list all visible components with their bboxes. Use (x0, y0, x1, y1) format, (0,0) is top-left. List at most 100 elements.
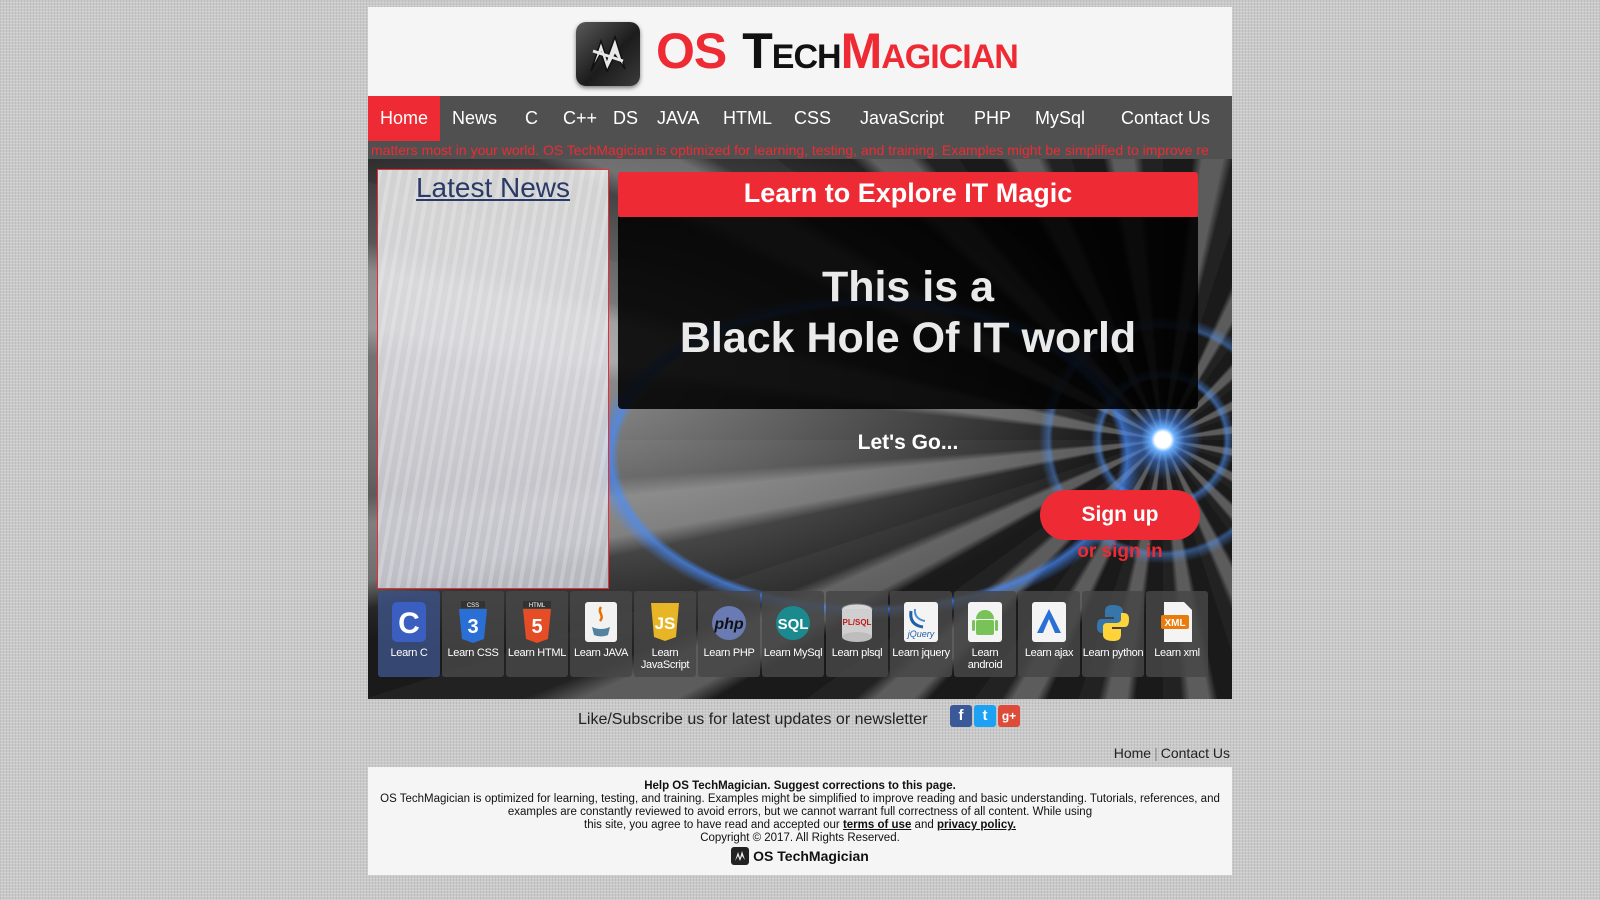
tile-learn-python[interactable]: Learn python (1082, 591, 1144, 677)
site-footer: Help OS TechMagician. Suggest correction… (368, 767, 1232, 875)
svg-text:3: 3 (467, 616, 478, 638)
tile-learn-xml[interactable]: XML Learn xml (1146, 591, 1208, 677)
java-icon (582, 601, 620, 643)
nav-css[interactable]: CSS (794, 96, 831, 141)
nav-mysql[interactable]: MySql (1035, 96, 1085, 141)
footer-contact-link[interactable]: Contact Us (1161, 745, 1230, 761)
tile-label: Learn JavaScript (640, 647, 690, 671)
plsql-icon: PL/SQL (838, 601, 876, 643)
privacy-policy-link[interactable]: privacy policy. (937, 819, 1016, 831)
site-header: OS TECHMAGICIAN (368, 7, 1232, 96)
svg-text:HTML: HTML (529, 603, 546, 609)
tile-label: Learn C (390, 647, 428, 659)
tile-label: Learn android (967, 647, 1003, 671)
python-icon (1094, 601, 1132, 643)
footer-logo: OS TechMagician (368, 847, 1232, 865)
html5-icon: HTML 5 (518, 601, 556, 643)
social-links: f t g+ (950, 705, 1020, 727)
lets-go-link[interactable]: Let's Go... (618, 431, 1198, 455)
course-tiles: C Learn C CSS 3 Learn CSS HTML 5 Learn HTM… (378, 591, 1228, 677)
footer-line2: examples are constantly reviewed to avoi… (507, 806, 1093, 818)
hero-banner: Learn to Explore IT Magic (618, 172, 1198, 217)
footer-heading: Help OS TechMagician. Suggest correction… (644, 780, 956, 792)
android-icon (966, 601, 1004, 643)
tile-label: Learn plsql (831, 647, 883, 659)
tile-learn-jquery[interactable]: jQuery Learn jquery (890, 591, 952, 677)
tile-learn-ajax[interactable]: Learn ajax (1018, 591, 1080, 677)
nav-php[interactable]: PHP (974, 96, 1011, 141)
footer-line3: this site, you agree to have read and ac… (368, 819, 1232, 832)
tile-learn-css[interactable]: CSS 3 Learn CSS (442, 591, 504, 677)
latest-news-panel: Latest News (377, 169, 609, 589)
hero-headline-box: This is a Black Hole Of IT world (618, 217, 1198, 409)
footer-logo-icon (731, 847, 750, 865)
tile-label: Learn MySql (763, 647, 823, 659)
googleplus-icon[interactable]: g+ (998, 705, 1020, 727)
tile-learn-html[interactable]: HTML 5 Learn HTML (506, 591, 568, 677)
hero-headline-line1: This is a (821, 263, 995, 311)
facebook-icon[interactable]: f (950, 705, 972, 727)
javascript-icon: JS (646, 601, 684, 643)
tile-label: Learn JAVA (573, 647, 629, 659)
nav-news[interactable]: News (452, 96, 497, 141)
css3-icon: CSS 3 (454, 601, 492, 643)
latest-news-title[interactable]: Latest News (378, 172, 608, 204)
svg-text:XML: XML (1164, 618, 1185, 629)
signin-link[interactable]: or sign in (1040, 541, 1200, 563)
nav-ds[interactable]: DS (613, 96, 638, 141)
tile-label: Learn jquery (892, 647, 950, 659)
footer-line1: OS TechMagician is optimized for learnin… (380, 793, 1220, 805)
svg-text:5: 5 (531, 616, 542, 638)
svg-text:CSS: CSS (467, 603, 479, 609)
logo-emblem-icon (576, 22, 640, 86)
svg-text:C: C (398, 607, 420, 640)
link-separator: | (1154, 745, 1158, 761)
tile-label: Learn PHP (703, 647, 755, 659)
footer-brand: OS TechMagician (753, 847, 869, 864)
nav-cpp[interactable]: C++ (563, 96, 597, 141)
signup-button[interactable]: Sign up (1040, 490, 1200, 540)
footer-and: and (914, 819, 934, 831)
tile-learn-android[interactable]: Learn android (954, 591, 1016, 677)
svg-text:jQuery: jQuery (907, 629, 935, 639)
svg-text:PL/SQL: PL/SQL (843, 618, 872, 627)
tile-label: Learn xml (1154, 647, 1200, 659)
hero-section: Latest News Learn to Explore IT Magic Th… (368, 159, 1232, 699)
subscribe-row: Like/Subscribe us for latest updates or … (368, 699, 1232, 745)
logo-tech-first: T (742, 23, 773, 79)
tile-label: Learn python (1082, 647, 1144, 659)
nav-html[interactable]: HTML (723, 96, 772, 141)
svg-text:SQL: SQL (778, 616, 809, 633)
nav-home[interactable]: Home (368, 96, 441, 141)
tile-learn-php[interactable]: php Learn PHP (698, 591, 760, 677)
footer-line3-text: this site, you agree to have read and ac… (584, 819, 840, 831)
nav-contact-us[interactable]: Contact Us (1121, 96, 1210, 141)
nav-javascript[interactable]: JavaScript (860, 96, 944, 141)
php-icon: php (710, 601, 748, 643)
terms-of-use-link[interactable]: terms of use (843, 819, 911, 831)
logo-os: OS (656, 23, 727, 79)
subscribe-text: Like/Subscribe us for latest updates or … (578, 711, 928, 728)
nav-c[interactable]: C (525, 96, 538, 141)
svg-text:php: php (713, 616, 744, 633)
tile-learn-mysql[interactable]: SQL Learn MySql (762, 591, 824, 677)
page-container: OS TECHMAGICIAN Home News C C++ DS JAVA H… (368, 7, 1232, 875)
site-logo[interactable]: OS TECHMAGICIAN (576, 19, 1019, 89)
tile-learn-javascript[interactable]: JS Learn JavaScript (634, 591, 696, 677)
tile-label: Learn HTML (507, 647, 567, 659)
nav-java[interactable]: JAVA (657, 96, 699, 141)
main-nav: Home News C C++ DS JAVA HTML CSS JavaScr… (368, 96, 1232, 141)
tile-learn-c[interactable]: C Learn C (378, 591, 440, 677)
footer-home-link[interactable]: Home (1114, 745, 1151, 761)
xml-icon: XML (1158, 601, 1196, 643)
copyright-text: Copyright © 2017. All Rights Reserved. (700, 832, 900, 844)
jquery-icon: jQuery (902, 601, 940, 643)
twitter-icon[interactable]: t (974, 705, 996, 727)
sql-icon: SQL (774, 601, 812, 643)
logo-wordmark: OS TECHMAGICIAN (656, 19, 1019, 89)
footer-nav: Home | Contact Us (368, 745, 1232, 767)
tile-learn-plsql[interactable]: PL/SQL Learn plsql (826, 591, 888, 677)
ajax-icon (1030, 601, 1068, 643)
hero-headline-line2: Black Hole Of IT world (679, 314, 1137, 362)
tile-learn-java[interactable]: Learn JAVA (570, 591, 632, 677)
